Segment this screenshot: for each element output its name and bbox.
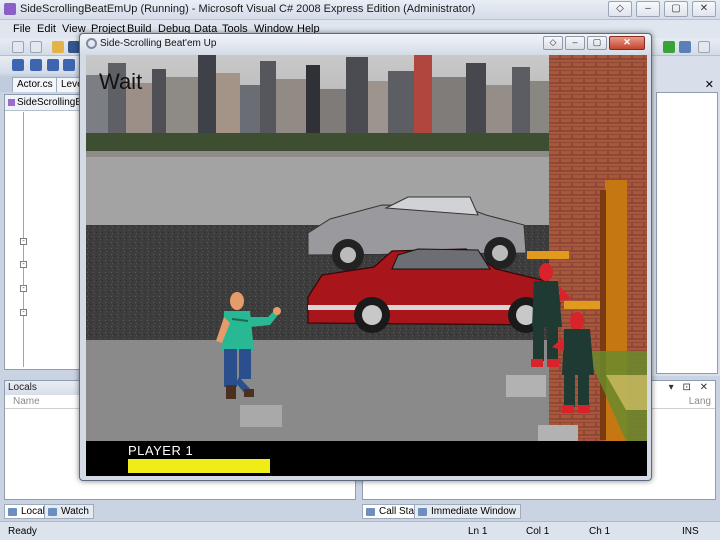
type-navigation-dropdown[interactable]: SideScrollingBe <box>5 95 79 111</box>
game-window[interactable]: Side-Scrolling Beat'em Up ◇ – ▢ ✕ Wait P… <box>79 33 652 481</box>
continue-icon[interactable] <box>12 59 24 71</box>
tool-window-tabs: Locals Watch Call Stack Immediate Window <box>0 503 720 520</box>
break-all-icon[interactable] <box>30 59 42 71</box>
menu-file[interactable]: File <box>13 23 31 35</box>
enemy-health-bar <box>527 251 569 259</box>
watch-icon <box>48 508 57 516</box>
ide-restore-layout-button[interactable]: ◇ <box>608 1 632 17</box>
status-char: Ch 1 <box>589 526 611 537</box>
game-viewport[interactable]: Wait PLAYER 1 <box>86 55 647 476</box>
status-ready: Ready <box>8 526 37 537</box>
player-shadow <box>240 405 282 427</box>
status-insert-mode: INS <box>682 526 699 537</box>
class-icon <box>8 99 15 106</box>
status-bar: Ready Ln 1 Col 1 Ch 1 INS <box>0 521 720 540</box>
enemy-health-bar <box>564 301 600 309</box>
enemy-shadow <box>506 375 546 397</box>
collapse-region-icon[interactable]: - <box>20 309 27 316</box>
player-health-bar <box>128 459 270 473</box>
game-window-controls: ◇ – ▢ ✕ <box>543 36 645 50</box>
locals-icon <box>8 508 17 516</box>
debug-toolbar <box>0 56 80 74</box>
ide-window-title: SideScrollingBeatEmUp (Running) - Micros… <box>20 3 476 15</box>
tree-line <box>86 133 556 153</box>
visual-studio-icon <box>4 3 16 15</box>
player-label: PLAYER 1 <box>128 443 194 458</box>
game-window-titlebar[interactable]: Side-Scrolling Beat'em Up ◇ – ▢ ✕ <box>80 34 651 54</box>
collapse-region-icon[interactable]: - <box>20 238 27 245</box>
game-minimize-button[interactable]: – <box>565 36 585 50</box>
enemy-shadow <box>538 425 578 441</box>
add-item-icon[interactable] <box>30 41 42 53</box>
menu-edit[interactable]: Edit <box>37 23 56 35</box>
waterfront <box>86 151 556 157</box>
game-window-title: Side-Scrolling Beat'em Up <box>100 38 217 49</box>
status-line: Ln 1 <box>468 526 488 537</box>
stop-debugging-icon[interactable] <box>47 59 59 71</box>
game-state-text: Wait <box>99 69 143 94</box>
game-window-icon <box>86 38 97 49</box>
close-document-icon[interactable]: ✕ <box>705 78 714 91</box>
ide-maximize-button[interactable]: ▢ <box>664 1 688 17</box>
game-close-button[interactable]: ✕ <box>609 36 645 50</box>
tab-watch-label: Watch <box>61 506 89 517</box>
collapse-region-icon[interactable]: - <box>20 285 27 292</box>
player-hud: PLAYER 1 <box>86 441 647 476</box>
document-tabs: Actor.cs Leve <box>0 76 88 92</box>
ide-close-button[interactable]: ✕ <box>692 1 716 17</box>
toolbox-icon[interactable] <box>679 41 691 53</box>
ide-window-controls: ◇ – ▢ ✕ <box>608 1 716 17</box>
immediate-window-icon <box>418 508 427 516</box>
status-column: Col 1 <box>526 526 550 537</box>
toolbar-options-icon[interactable] <box>698 41 710 53</box>
game-maximize-button[interactable]: ▢ <box>587 36 607 50</box>
tab-immediate-window[interactable]: Immediate Window <box>414 504 522 519</box>
tab-actor-cs[interactable]: Actor.cs <box>12 77 58 92</box>
game-scene-art <box>86 55 647 442</box>
tab-immediate-window-label: Immediate Window <box>431 506 517 517</box>
ide-titlebar: SideScrollingBeatEmUp (Running) - Micros… <box>0 0 720 20</box>
right-tool-panel: ✕ <box>650 56 720 376</box>
code-editor[interactable]: SideScrollingBe - - - - <box>4 94 80 370</box>
step-icon[interactable] <box>663 41 675 53</box>
tab-watch[interactable]: Watch <box>44 504 94 519</box>
ide-minimize-button[interactable]: – <box>636 1 660 17</box>
game-restore-layout-button[interactable]: ◇ <box>543 36 563 50</box>
new-project-icon[interactable] <box>12 41 24 53</box>
panel-controls[interactable]: ▾ ⊡ ✕ <box>669 382 711 393</box>
call-stack-icon <box>366 508 375 516</box>
open-file-icon[interactable] <box>52 41 64 53</box>
type-navigation-label: SideScrollingBe <box>17 97 79 108</box>
collapse-region-icon[interactable]: - <box>20 261 27 268</box>
show-next-statement-icon[interactable] <box>63 59 75 71</box>
solution-explorer-panel[interactable] <box>656 92 718 374</box>
player-health-fill <box>128 459 270 473</box>
